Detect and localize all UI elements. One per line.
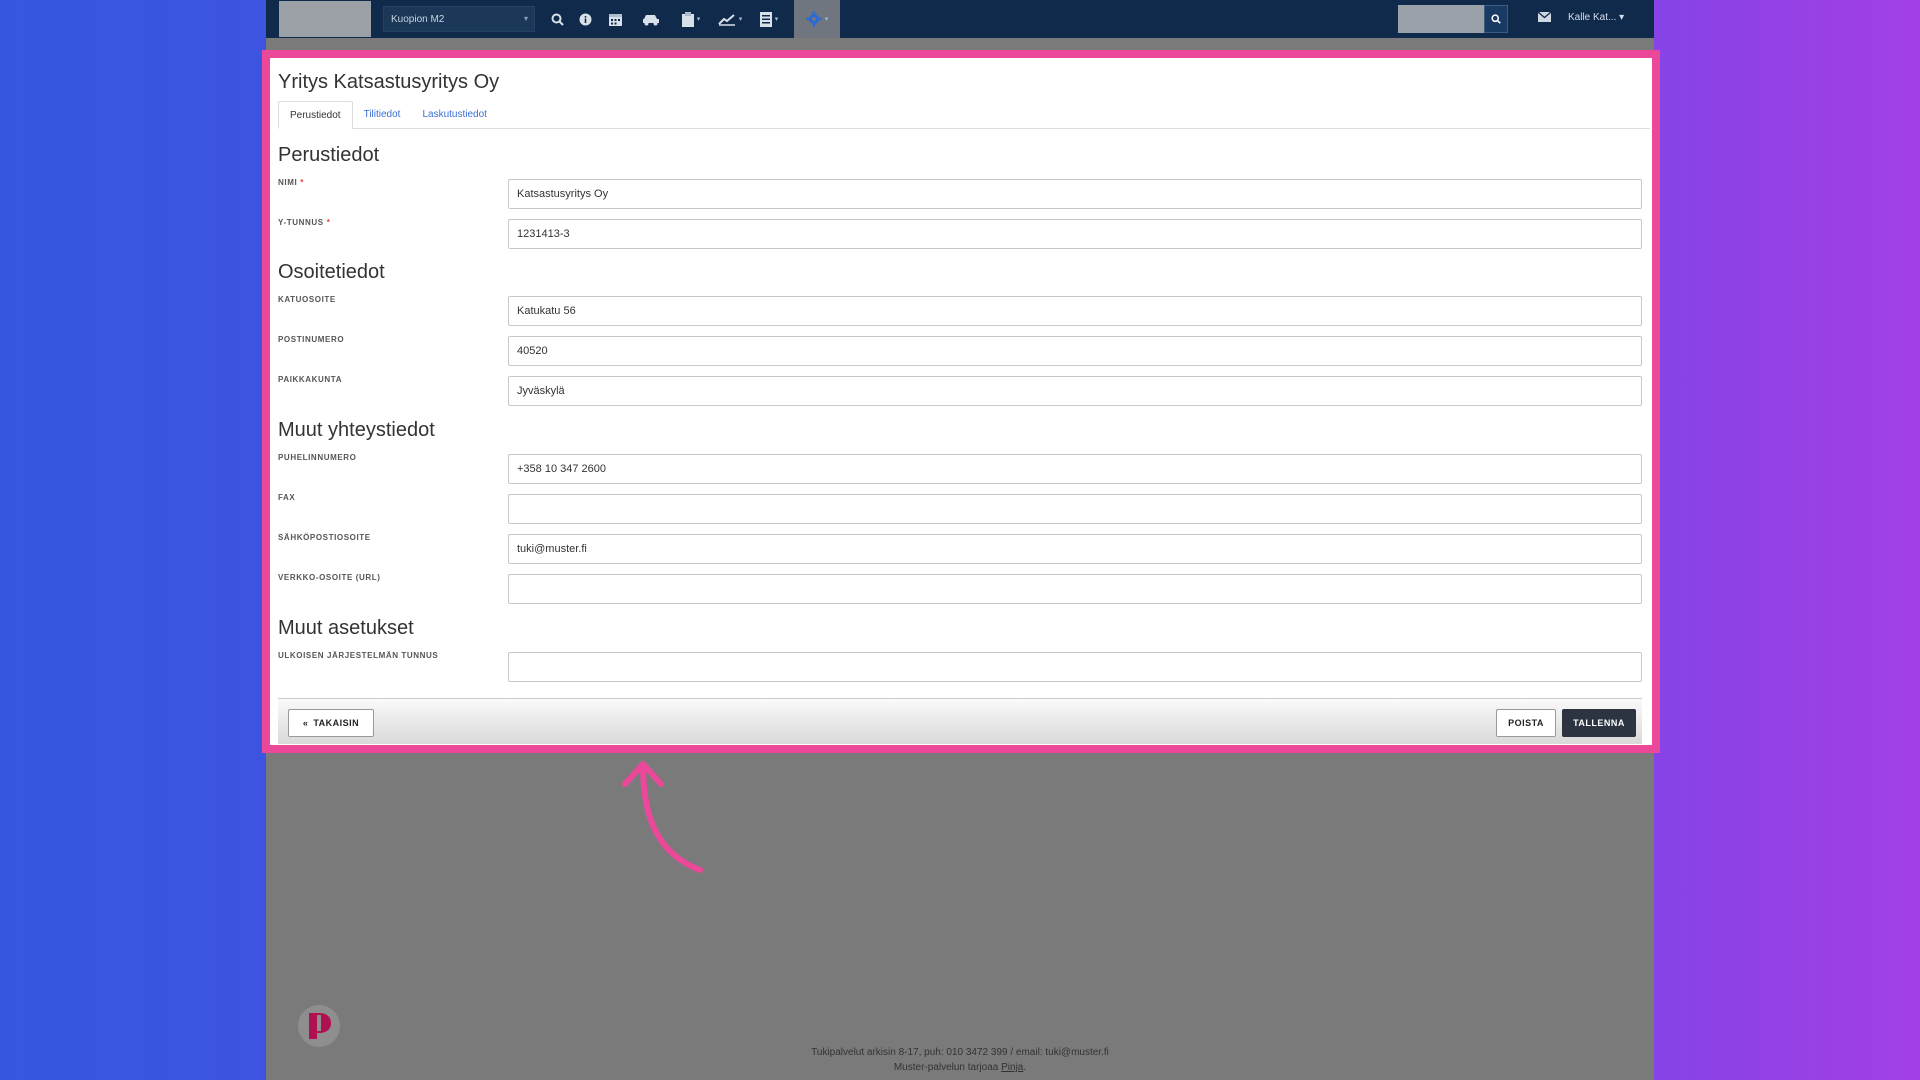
form-action-bar: « TAKAISIN POISTA TALLENNA <box>278 698 1642 744</box>
street-label: KATUOSOITE <box>278 295 336 304</box>
back-button[interactable]: « TAKAISIN <box>288 709 374 737</box>
postal-code-field[interactable]: 40520 <box>508 336 1642 366</box>
support-info: Tukipalvelut arkisin 8-17, puh: 010 3472… <box>811 1047 1109 1058</box>
section-title-address: Osoitetiedot <box>278 261 385 283</box>
location-select[interactable]: Kuopion M2 ▾ <box>383 6 535 32</box>
top-search <box>1398 5 1508 33</box>
location-select-value: Kuopion M2 <box>391 14 445 25</box>
city-field[interactable]: Jyväskylä <box>508 376 1642 406</box>
top-search-input[interactable] <box>1398 5 1485 33</box>
url-label: VERKKO-OSOITE (URL) <box>278 573 381 582</box>
search-icon[interactable] <box>544 0 570 38</box>
user-name: Kalle Kat... <box>1568 12 1617 23</box>
section-title-contact: Muut yhteystiedot <box>278 419 435 441</box>
save-button[interactable]: TALLENNA <box>1562 709 1636 737</box>
business-id-field[interactable]: 1231413-3 <box>508 219 1642 249</box>
user-menu[interactable]: Kalle Kat... ▾ <box>1568 12 1624 23</box>
tab-bar: Perustiedot Tilitiedot Laskutustiedot <box>278 101 1650 129</box>
mail-icon[interactable] <box>1537 10 1552 25</box>
provider-info: Muster-palvelun tarjoaa Pinja. <box>893 1062 1027 1073</box>
tab-laskutustiedot[interactable]: Laskutustiedot <box>411 101 498 129</box>
top-navbar: Kuopion M2 ▾ ▾ ▾ ▾ ▾ Kalle Kat... ▾ <box>266 0 1654 38</box>
document-icon[interactable]: ▾ <box>752 0 786 38</box>
clipboard-icon[interactable]: ▾ <box>674 0 708 38</box>
car-icon[interactable] <box>634 0 668 38</box>
chevron-down-icon: ▾ <box>1619 12 1625 23</box>
double-chevron-left-icon: « <box>302 718 309 728</box>
gear-icon[interactable]: ▾ <box>794 0 840 38</box>
email-field[interactable]: tuki@muster.fi <box>508 534 1642 564</box>
business-id-label: Y-TUNNUS * <box>278 218 331 227</box>
chart-icon[interactable]: ▾ <box>712 0 748 38</box>
back-button-label: TAKAISIN <box>313 718 360 728</box>
external-id-label: ULKOISEN JÄRJESTELMÄN TUNNUS <box>278 651 439 660</box>
delete-button[interactable]: POISTA <box>1496 709 1556 737</box>
postal-code-label: POSTINUMERO <box>278 335 345 344</box>
app-logo[interactable] <box>279 1 371 37</box>
page-title: Yritys Katsastusyritys Oy <box>278 71 500 93</box>
company-form-panel: Yritys Katsastusyritys Oy Perustiedot Ti… <box>278 66 1650 744</box>
phone-field[interactable]: +358 10 347 2600 <box>508 454 1642 484</box>
phone-label: PUHELINNUMERO <box>278 453 357 462</box>
tab-perustiedot[interactable]: Perustiedot <box>278 101 353 129</box>
url-field[interactable] <box>508 574 1642 604</box>
info-icon[interactable] <box>572 0 598 38</box>
name-label: NIMI * <box>278 178 305 187</box>
fax-field[interactable] <box>508 494 1642 524</box>
email-label: SÄHKÖPOSTIOSOITE <box>278 533 371 542</box>
chevron-down-icon: ▾ <box>523 14 528 23</box>
calendar-icon[interactable] <box>600 0 630 38</box>
external-id-field[interactable] <box>508 652 1642 682</box>
tab-tilitiedot[interactable]: Tilitiedot <box>353 101 412 129</box>
top-search-button[interactable] <box>1484 5 1508 33</box>
section-title-other: Muut asetukset <box>278 617 414 639</box>
name-field[interactable]: Katsastusyritys Oy <box>508 179 1642 209</box>
pointer-arrow-icon <box>622 761 703 873</box>
highlight-frame: Yritys Katsastusyritys Oy Perustiedot Ti… <box>262 50 1660 753</box>
section-title-basic: Perustiedot <box>278 144 380 166</box>
provider-link[interactable]: Pinja <box>1001 1062 1023 1073</box>
fax-label: FAX <box>278 493 296 502</box>
city-label: PAIKKAKUNTA <box>278 375 343 384</box>
brand-logo <box>298 1005 340 1047</box>
street-field[interactable]: Katukatu 56 <box>508 296 1642 326</box>
